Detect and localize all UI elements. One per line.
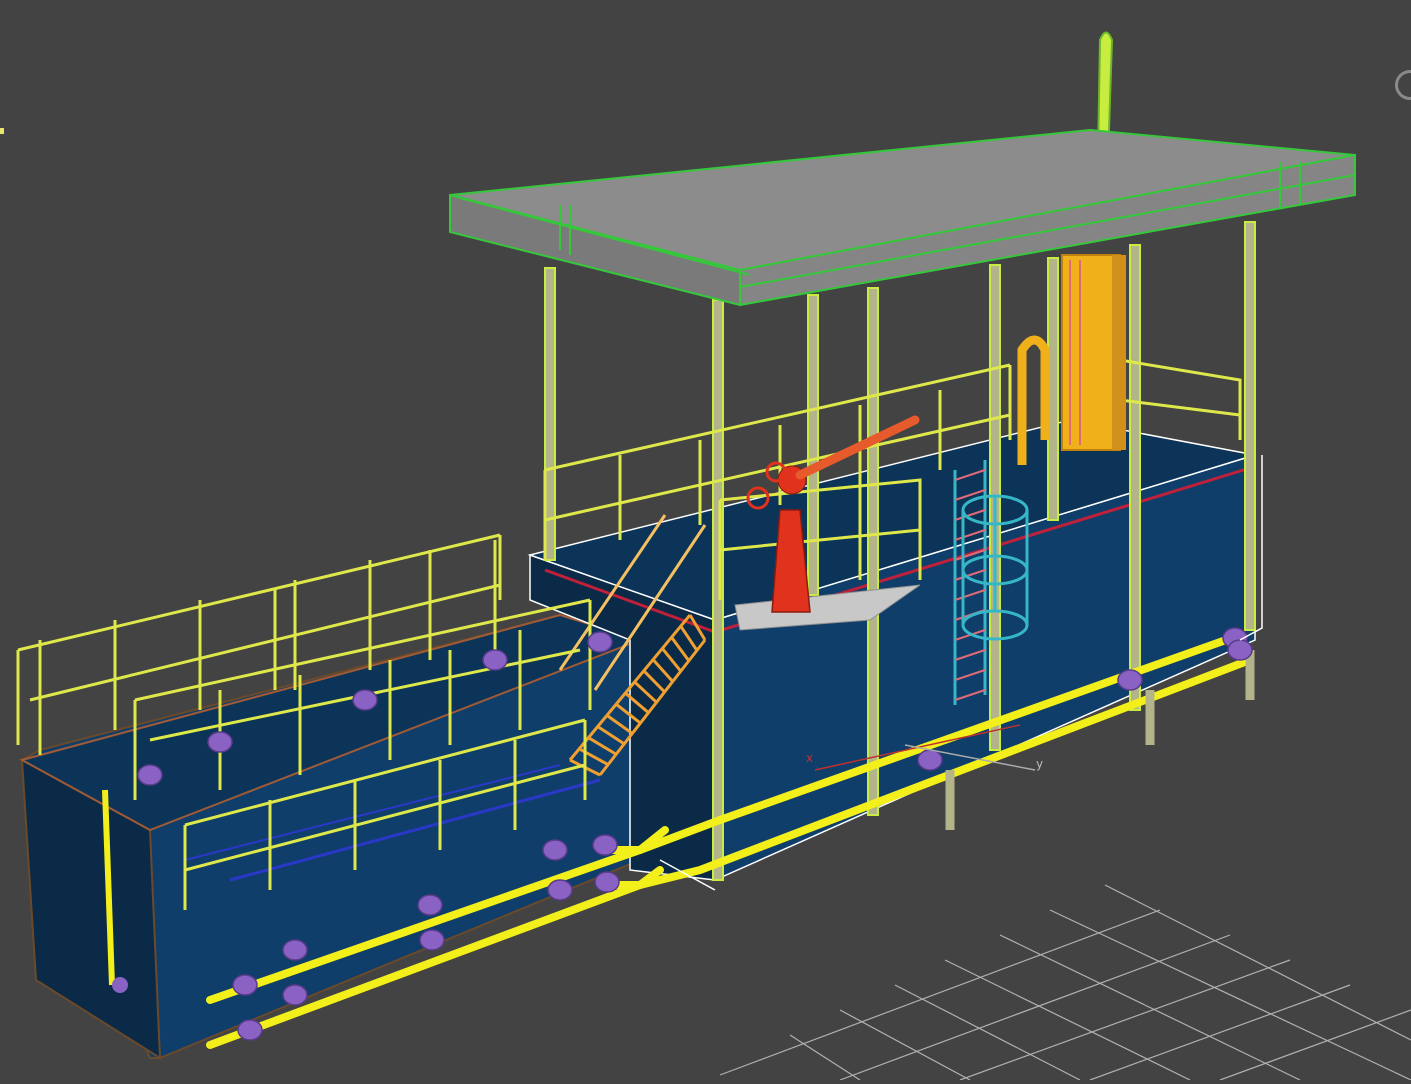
grid-line	[944, 959, 1191, 1081]
roof-canopy[interactable]	[449, 128, 1356, 307]
pipe-flange	[542, 839, 568, 861]
pipe-flange	[419, 929, 445, 951]
grid-line	[1104, 884, 1411, 1041]
support-column	[807, 294, 819, 596]
pipe-flange	[1227, 639, 1253, 661]
pipe-flange	[237, 1019, 263, 1041]
pipe-flange	[352, 689, 378, 711]
grid-line	[959, 959, 1291, 1081]
y-axis-label: y	[1036, 757, 1043, 771]
stack-side	[1112, 255, 1126, 450]
grid-line	[1219, 1009, 1411, 1081]
grid-line	[839, 1009, 971, 1081]
pipe-flange	[232, 974, 258, 996]
grid-line	[1049, 909, 1411, 1081]
pipe-flange	[594, 871, 620, 893]
grid-line	[719, 909, 1161, 1076]
ground-grid	[719, 884, 1411, 1081]
pipe-flange	[482, 649, 508, 671]
pipe-flange	[282, 984, 308, 1006]
viewport-edge-mark	[0, 128, 4, 134]
pipe-flange	[1117, 669, 1143, 691]
scene-canvas[interactable]: x y	[0, 0, 1411, 1081]
pipe-flange	[282, 939, 308, 961]
grid-line	[789, 1034, 861, 1081]
pipe-flange	[137, 764, 163, 786]
pipe-flange	[417, 894, 443, 916]
support-column	[1129, 244, 1141, 711]
pipe-flange	[917, 749, 943, 771]
upper-tank[interactable]	[527, 419, 1256, 882]
pipe-flange	[207, 731, 233, 753]
pipe-flange	[592, 834, 618, 856]
pipe-flange	[547, 879, 573, 901]
grid-line	[894, 984, 1081, 1081]
pipe-flange	[587, 631, 613, 653]
drain-valve	[112, 977, 128, 993]
x-axis-label: x	[806, 751, 813, 765]
3d-viewport[interactable]: x y	[0, 0, 1411, 1081]
support-column	[867, 287, 879, 816]
support-column	[1244, 221, 1256, 631]
